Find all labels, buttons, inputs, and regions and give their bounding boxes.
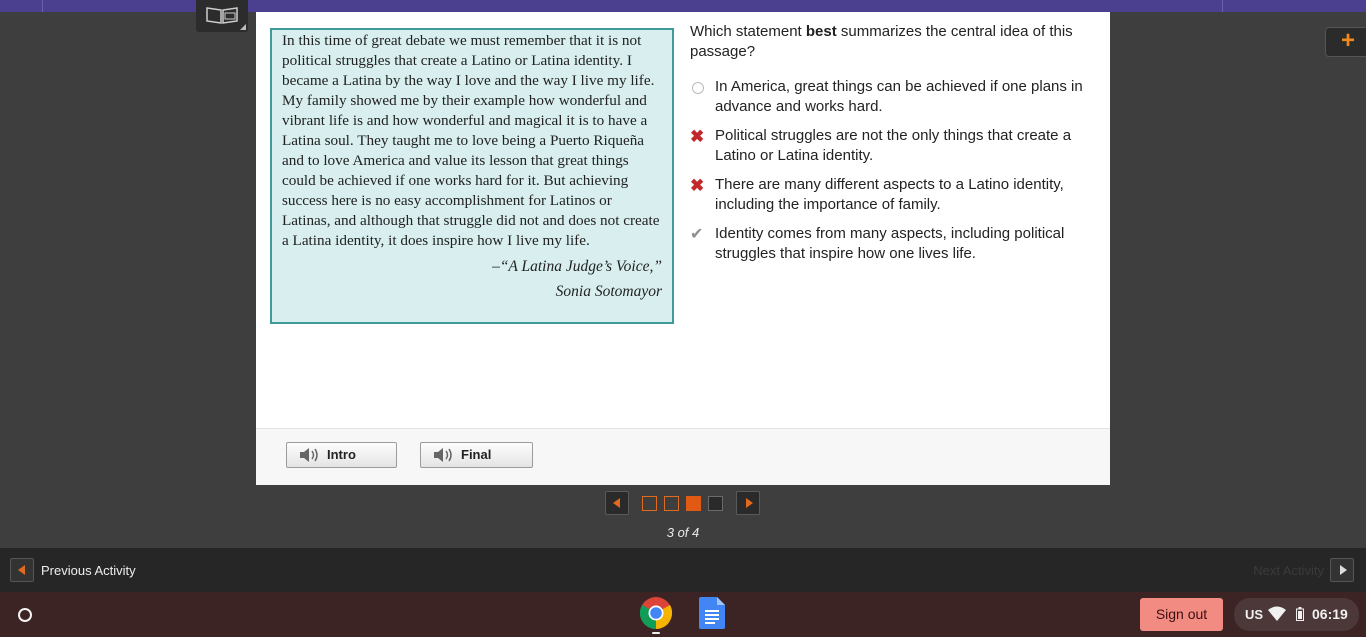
- launcher-button[interactable]: [10, 600, 40, 630]
- page-navigator: [605, 491, 761, 517]
- x-mark-icon: ✖: [690, 176, 705, 195]
- chrome-icon[interactable]: [639, 596, 673, 630]
- activity-nav-bar: Previous Activity Next Activity: [0, 548, 1366, 592]
- card-footer: Intro Final: [256, 428, 1110, 485]
- expand-corner-icon: [240, 24, 246, 30]
- previous-activity-label[interactable]: Previous Activity: [41, 563, 136, 578]
- next-activity-label: Next Activity: [1253, 563, 1324, 578]
- previous-activity-button[interactable]: [10, 558, 34, 582]
- page-1-indicator[interactable]: [642, 496, 657, 511]
- status-tray[interactable]: US 06:19: [1234, 598, 1359, 631]
- page-4-indicator[interactable]: [708, 496, 723, 511]
- speaker-icon: [434, 448, 452, 462]
- docs-icon[interactable]: [699, 597, 725, 629]
- wifi-icon: [1268, 606, 1286, 621]
- intro-audio-button[interactable]: Intro: [286, 442, 397, 468]
- sign-out-button[interactable]: Sign out: [1140, 598, 1223, 631]
- final-audio-label: Final: [461, 447, 492, 462]
- clock: 06:19: [1312, 606, 1348, 622]
- os-shelf: Sign out US 06:19: [0, 592, 1366, 637]
- arrow-right-icon: [1340, 565, 1347, 575]
- active-app-indicator: [652, 632, 660, 634]
- passage-text: In this time of great debate we must rem…: [282, 32, 660, 249]
- arrow-right-icon: [746, 498, 753, 508]
- arrow-left-icon: [18, 565, 25, 575]
- intro-audio-label: Intro: [327, 447, 356, 462]
- passage-box: In this time of great debate we must rem…: [270, 28, 674, 324]
- answer-option-4[interactable]: ✔ Identity comes from many aspects, incl…: [690, 224, 1090, 264]
- arrow-left-icon: [613, 498, 620, 508]
- book-icon: [206, 7, 238, 24]
- next-page-button[interactable]: [736, 491, 760, 515]
- citation-title: –“A Latina Judge’s Voice,”: [492, 258, 662, 275]
- answer-option-text[interactable]: There are many different aspects to a La…: [715, 175, 1090, 215]
- question-emphasis: best: [805, 23, 837, 40]
- speaker-icon: [300, 448, 318, 462]
- page-count: 3 of 4: [666, 525, 700, 540]
- answer-option-1[interactable]: In America, great things can be achieved…: [690, 77, 1090, 117]
- final-audio-button[interactable]: Final: [420, 442, 533, 468]
- radio-empty-icon[interactable]: [690, 79, 708, 97]
- answer-option-text[interactable]: Political struggles are not the only thi…: [715, 126, 1090, 166]
- top-bar-left-segment[interactable]: [0, 0, 43, 12]
- answer-option-3[interactable]: ✖ There are many different aspects to a …: [690, 175, 1090, 215]
- activity-card: In this time of great debate we must rem…: [256, 12, 1110, 485]
- input-method-label: US: [1245, 607, 1264, 622]
- plus-icon: +: [1340, 27, 1355, 54]
- previous-page-button[interactable]: [605, 491, 629, 515]
- reading-tools-button[interactable]: [196, 0, 248, 32]
- top-bar-right-segment[interactable]: [1222, 0, 1366, 12]
- answer-option-2[interactable]: ✖ Political struggles are not the only t…: [690, 126, 1090, 166]
- answer-option-text[interactable]: In America, great things can be achieved…: [715, 77, 1090, 117]
- next-activity-button[interactable]: [1330, 558, 1354, 582]
- x-mark-icon: ✖: [690, 127, 705, 146]
- check-mark-icon: ✔: [690, 226, 704, 243]
- page-2-indicator[interactable]: [664, 496, 679, 511]
- add-tool-button[interactable]: +: [1325, 27, 1366, 57]
- launcher-circle-icon: [18, 608, 32, 622]
- citation-author: Sonia Sotomayor: [555, 283, 662, 300]
- question-prefix: Which statement: [690, 23, 806, 40]
- page-3-indicator[interactable]: [686, 496, 701, 511]
- question-text: Which statement best summarizes the cent…: [690, 22, 1090, 62]
- answer-option-text[interactable]: Identity comes from many aspects, includ…: [715, 224, 1090, 264]
- battery-icon: [1296, 607, 1304, 621]
